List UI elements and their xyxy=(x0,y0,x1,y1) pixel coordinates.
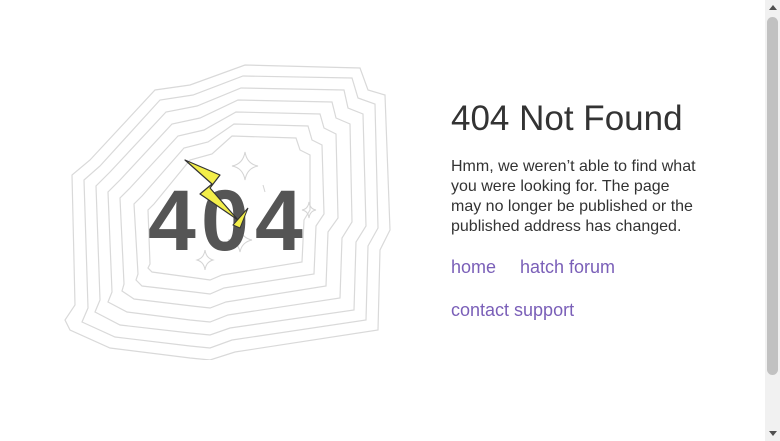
vertical-scrollbar[interactable] xyxy=(765,0,780,441)
arrow-down-icon xyxy=(768,431,777,436)
page-title: 404 Not Found xyxy=(451,99,683,138)
hatch-forum-link[interactable]: hatch forum xyxy=(520,256,615,278)
404-illustration: 4 0 4 xyxy=(60,60,410,360)
arrow-up-icon xyxy=(768,5,777,10)
svg-text:4: 4 xyxy=(148,173,196,269)
home-link[interactable]: home xyxy=(451,256,496,278)
404-illustration-graphic: 4 0 4 xyxy=(64,64,391,360)
error-page: 4 0 4 404 Not Found Hmm, we weren’t able… xyxy=(0,0,780,441)
scrollbar-thumb[interactable] xyxy=(767,17,778,375)
error-message: Hmm, we weren’t able to find what you we… xyxy=(451,158,696,235)
scroll-down-button[interactable] xyxy=(765,426,780,441)
contact-support-link[interactable]: contact support xyxy=(451,299,574,321)
scroll-up-button[interactable] xyxy=(765,0,780,15)
svg-text:4: 4 xyxy=(255,173,303,269)
